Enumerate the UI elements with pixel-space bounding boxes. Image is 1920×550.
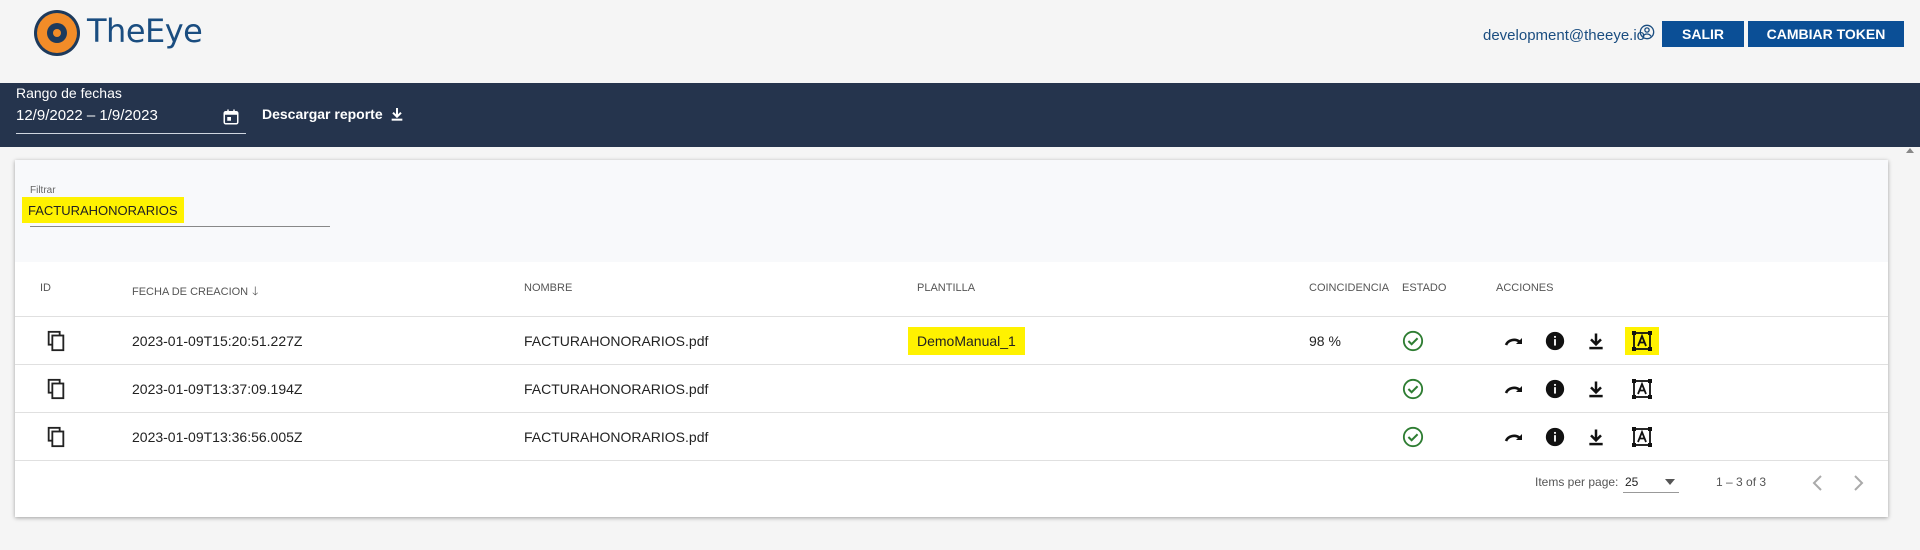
items-per-page-select[interactable]: 25	[1625, 475, 1638, 489]
filter-label: Filtrar	[30, 185, 56, 196]
row-name: FACTURAHONORARIOS.pdf	[524, 333, 709, 349]
check-circle-icon	[1402, 317, 1424, 365]
redo-icon[interactable]	[1502, 329, 1526, 353]
text-recognition-icon[interactable]	[1625, 327, 1659, 355]
filter-underline	[30, 226, 330, 227]
chevron-down-icon[interactable]	[1665, 479, 1675, 485]
info-icon[interactable]	[1543, 377, 1567, 401]
filters-toolbar: Rango de fechas 12/9/2022 – 1/9/2023 Des…	[0, 83, 1920, 147]
row-actions	[1502, 365, 1659, 413]
theeye-logo-icon	[34, 10, 80, 56]
row-template-label: DemoManual_1	[908, 327, 1025, 355]
row-name: FACTURAHONORARIOS.pdf	[524, 381, 709, 397]
row-date: 2023-01-09T15:20:51.227Z	[132, 333, 303, 349]
row-actions	[1502, 317, 1659, 365]
column-header-template: PLANTILLA	[917, 282, 976, 294]
redo-icon[interactable]	[1502, 377, 1526, 401]
redo-icon[interactable]	[1502, 425, 1526, 449]
next-page-button[interactable]	[1850, 473, 1866, 499]
column-header-date[interactable]: FECHA DE CREACION 🡓	[132, 282, 258, 303]
check-circle-icon	[1402, 365, 1424, 413]
column-header-match: COINCIDENCIA	[1309, 282, 1390, 294]
download-icon[interactable]	[1584, 377, 1608, 401]
page-range-label: 1 – 3 of 3	[1716, 475, 1767, 489]
scrollbar-up-arrow[interactable]	[1906, 148, 1914, 153]
brand-name: TheEye	[87, 12, 203, 50]
account-circle-icon[interactable]	[1639, 24, 1655, 40]
previous-page-button[interactable]	[1810, 473, 1826, 499]
row-match: 98 %	[1309, 333, 1341, 349]
top-header: TheEye development@theeye.io SALIR CAMBI…	[0, 0, 1920, 83]
download-icon[interactable]	[1584, 425, 1608, 449]
table-row: 2023-01-09T13:37:09.194Z FACTURAHONORARI…	[15, 365, 1888, 413]
paginator: Items per page: 25 1 – 3 of 3	[15, 451, 1888, 517]
chevron-left-icon	[1812, 475, 1822, 491]
column-header-actions: ACCIONES	[1496, 282, 1554, 294]
filter-area: Filtrar FACTURAHONORARIOS	[15, 160, 1888, 262]
user-email: development@theeye.io	[1483, 27, 1645, 44]
download-report-button[interactable]: Descargar reporte	[262, 105, 405, 123]
table-row: 2023-01-09T15:20:51.227Z FACTURAHONORARI…	[15, 317, 1888, 365]
info-icon[interactable]	[1543, 329, 1567, 353]
date-range-underline	[16, 133, 246, 134]
date-range-input[interactable]: 12/9/2022 – 1/9/2023	[16, 107, 158, 124]
copy-icon[interactable]	[45, 365, 67, 413]
copy-icon[interactable]	[45, 317, 67, 365]
sort-arrow-down-icon[interactable]: 🡓	[252, 282, 258, 303]
column-header-name: NOMBRE	[524, 282, 573, 294]
documents-card: Filtrar FACTURAHONORARIOS ID FECHA DE CR…	[15, 160, 1888, 517]
download-icon	[391, 108, 402, 121]
column-header-state: ESTADO	[1402, 282, 1447, 294]
column-header-id: ID	[40, 282, 51, 294]
calendar-icon[interactable]	[222, 108, 240, 126]
row-template: DemoManual_1	[908, 317, 1025, 365]
column-header-date-label: FECHA DE CREACION	[132, 286, 249, 298]
text-recognition-icon[interactable]	[1625, 377, 1659, 401]
filter-input[interactable]: FACTURAHONORARIOS	[22, 197, 184, 223]
text-recognition-icon[interactable]	[1625, 425, 1659, 449]
row-date: 2023-01-09T13:37:09.194Z	[132, 381, 303, 397]
change-token-button[interactable]: CAMBIAR TOKEN	[1748, 21, 1904, 47]
download-report-label: Descargar reporte	[262, 106, 383, 122]
logout-button[interactable]: SALIR	[1662, 21, 1744, 47]
info-icon[interactable]	[1543, 425, 1567, 449]
date-range-label: Rango de fechas	[16, 85, 122, 101]
chevron-right-icon	[1854, 475, 1864, 491]
items-per-page-label: Items per page:	[1535, 475, 1619, 489]
download-icon[interactable]	[1584, 329, 1608, 353]
items-per-page-underline	[1623, 492, 1679, 493]
